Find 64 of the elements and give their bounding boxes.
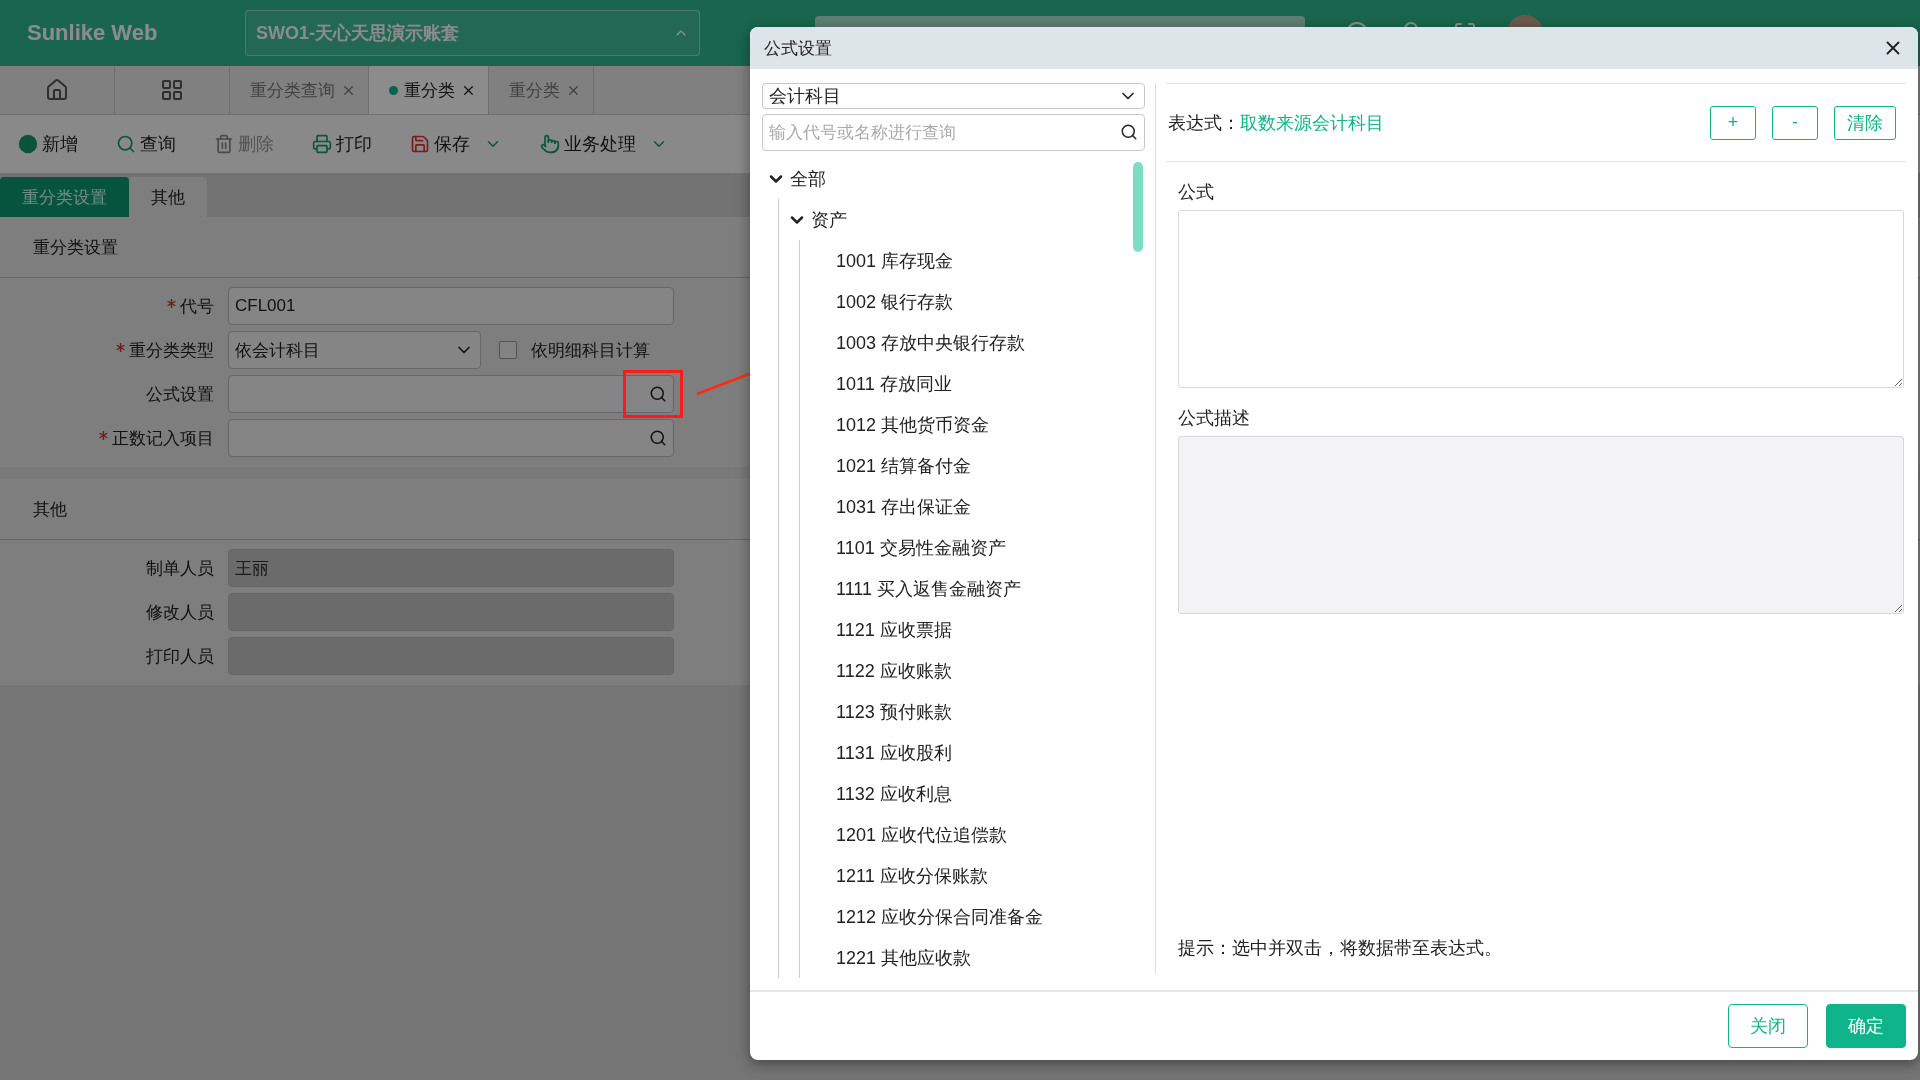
dialog-title: 公式设置 (764, 37, 832, 60)
required-icon (116, 342, 125, 352)
tree-item[interactable]: 1123 预付账款 (804, 691, 1145, 732)
toolbar-button[interactable]: 查询 (116, 132, 176, 156)
tree-item[interactable]: 1011 存放同业 (804, 363, 1145, 404)
tree-item[interactable]: 资产 (783, 199, 1145, 240)
tree-item[interactable]: 1221 其他应收款 (804, 937, 1145, 978)
expression-value: 取数来源会计科目 (1240, 111, 1384, 135)
expression-label: 表达式： (1168, 111, 1240, 135)
toolbar-button[interactable]: 新增 (18, 132, 78, 156)
pointer-icon (540, 134, 560, 154)
home-icon[interactable] (45, 78, 69, 102)
toolbar-button[interactable]: 打印 (312, 132, 372, 156)
form-tab[interactable]: 其他 (129, 177, 207, 217)
field-label: 制单人员 (146, 557, 214, 580)
section-title: 重分类设置 (33, 236, 118, 259)
field-label: 修改人员 (146, 601, 214, 624)
tree-item[interactable]: 1002 银行存款 (804, 281, 1145, 322)
description-label: 公式描述 (1178, 407, 1250, 430)
search-field[interactable]: 输入代号或名称进行查询 (762, 114, 1145, 151)
tree-item[interactable]: 1021 结算备付金 (804, 445, 1145, 486)
tree-item[interactable]: 1101 交易性金融资产 (804, 527, 1145, 568)
select-field[interactable]: 依会计科目 (228, 331, 481, 369)
field-label: 正数记入项目 (112, 427, 214, 450)
formula-label: 公式 (1178, 181, 1214, 204)
grid-icon[interactable] (160, 78, 184, 102)
app-brand: Sunlike Web (27, 20, 159, 46)
hint-text: 提示：选中并双击，将数据带至表达式。 (1178, 937, 1502, 960)
tree-item[interactable]: 1131 应收股利 (804, 732, 1145, 773)
trash-icon (214, 134, 234, 154)
tree-item[interactable]: 1122 应收账款 (804, 650, 1145, 691)
search-icon (116, 134, 136, 154)
tree-item[interactable]: 1201 应收代位追偿款 (804, 814, 1145, 855)
checkbox-label: 依明细科目计算 (531, 339, 650, 362)
field-label: 打印人员 (146, 645, 214, 668)
printer-icon (312, 134, 332, 154)
scrollbar-thumb[interactable] (1133, 162, 1143, 252)
required-icon (167, 298, 176, 308)
required-icon (99, 430, 108, 440)
field-label: 代号 (180, 295, 214, 318)
tree-item[interactable]: 1003 存放中央银行存款 (804, 322, 1145, 363)
page-tab[interactable]: 重分类 (369, 66, 489, 114)
section-title: 其他 (33, 498, 67, 521)
toolbar-button[interactable]: 业务处理 (540, 132, 668, 156)
tree-item[interactable]: 1111 买入返售金融资产 (804, 568, 1145, 609)
tree-item[interactable]: 1031 存出保证金 (804, 486, 1145, 527)
select-field[interactable]: 会计科目 (762, 83, 1145, 109)
lookup-field[interactable] (228, 419, 674, 457)
toolbar-button[interactable]: 保存 (410, 132, 502, 156)
tree-item[interactable]: 1132 应收利息 (804, 773, 1145, 814)
checkbox[interactable] (499, 341, 517, 359)
tree-item[interactable]: 1001 库存现金 (804, 240, 1145, 281)
formula-field[interactable] (1178, 210, 1904, 388)
field-label: 重分类类型 (129, 339, 214, 362)
save-icon (410, 134, 430, 154)
tree-item[interactable]: 1211 应收分保账款 (804, 855, 1145, 896)
field-label: 公式设置 (146, 383, 214, 406)
tree-item[interactable]: 1121 应收票据 (804, 609, 1145, 650)
tree-item[interactable]: 全部 (762, 158, 1145, 199)
search-icon[interactable] (1120, 123, 1138, 141)
input-field[interactable]: CFL001 (228, 287, 674, 325)
tree-item[interactable]: 1212 应收分保合同准备金 (804, 896, 1145, 937)
lookup-field[interactable] (228, 375, 674, 413)
tree-item[interactable]: 1012 其他货币资金 (804, 404, 1145, 445)
